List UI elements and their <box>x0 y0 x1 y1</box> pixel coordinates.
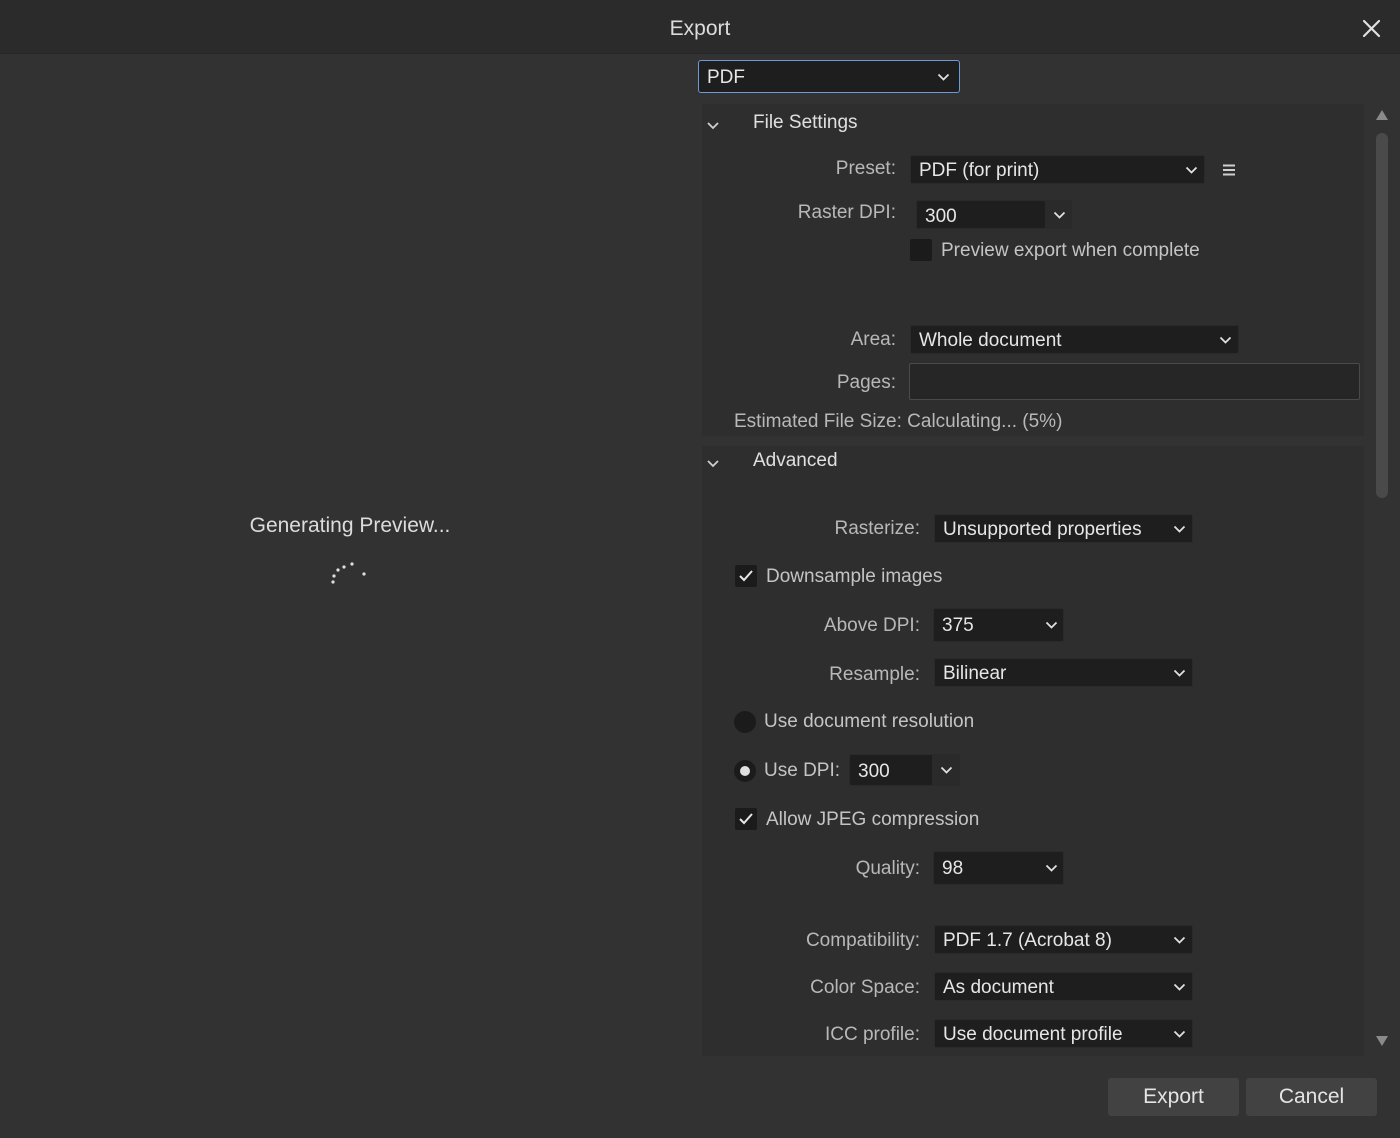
file-settings-header[interactable]: File Settings <box>753 112 858 134</box>
compatibility-select[interactable]: PDF 1.7 (Acrobat 8) <box>934 925 1193 954</box>
quality-label: Quality: <box>855 858 920 879</box>
collapse-chevron-icon[interactable] <box>706 118 720 130</box>
use-dpi-radio[interactable] <box>734 760 756 782</box>
above-dpi-label: Above DPI: <box>823 615 920 636</box>
close-icon[interactable] <box>1356 14 1386 44</box>
downsample-checkbox[interactable] <box>735 565 757 587</box>
color-space-label: Color Space: <box>810 977 920 998</box>
area-select[interactable]: Whole document <box>910 325 1239 354</box>
use-dpi-value: 300 <box>858 761 890 782</box>
format-select[interactable]: PDF <box>698 60 960 93</box>
above-dpi-value: 375 <box>942 615 974 636</box>
chevron-down-icon <box>1053 211 1066 220</box>
use-dpi-input[interactable]: 300 <box>849 754 933 786</box>
use-document-resolution-radio[interactable] <box>734 711 756 733</box>
preset-value: PDF (for print) <box>919 160 1040 181</box>
chevron-down-icon <box>1173 525 1186 534</box>
resample-label: Resample: <box>829 664 920 685</box>
checkmark-icon <box>739 570 753 582</box>
preset-select[interactable]: PDF (for print) <box>910 155 1205 184</box>
use-dpi-dropdown-button[interactable] <box>933 754 960 786</box>
use-dpi-label: Use DPI: <box>764 760 841 781</box>
checkmark-icon <box>739 813 753 825</box>
preview-status: Generating Preview... <box>249 514 451 537</box>
quality-select[interactable]: 98 <box>933 851 1064 885</box>
advanced-header[interactable]: Advanced <box>753 450 838 472</box>
rasterize-select[interactable]: Unsupported properties <box>934 514 1193 543</box>
chevron-down-icon <box>940 766 953 775</box>
scroll-up-arrow-icon[interactable] <box>1375 108 1389 122</box>
chevron-down-icon <box>1173 669 1186 678</box>
raster-dpi-label: Raster DPI: <box>797 202 896 223</box>
rasterize-label: Rasterize: <box>834 518 920 539</box>
pages-input[interactable] <box>909 363 1360 400</box>
icc-profile-select[interactable]: Use document profile <box>934 1019 1193 1048</box>
format-value: PDF <box>707 67 745 88</box>
preset-label: Preset: <box>835 158 896 179</box>
estimated-file-size: Estimated File Size: Calculating... (5%) <box>734 411 1063 432</box>
chevron-down-icon <box>1185 166 1198 175</box>
compatibility-value: PDF 1.7 (Acrobat 8) <box>943 930 1112 951</box>
chevron-down-icon <box>1045 621 1058 630</box>
pages-label: Pages: <box>836 372 896 393</box>
scroll-down-arrow-icon[interactable] <box>1375 1034 1389 1048</box>
icc-profile-label: ICC profile: <box>824 1024 920 1045</box>
preset-menu-icon[interactable] <box>1222 163 1236 177</box>
raster-dpi-input[interactable]: 300 <box>916 200 1046 229</box>
collapse-chevron-icon[interactable] <box>706 456 720 468</box>
raster-dpi-value: 300 <box>925 206 957 227</box>
chevron-down-icon <box>1173 1030 1186 1039</box>
chevron-down-icon <box>1219 336 1232 345</box>
allow-jpeg-label: Allow JPEG compression <box>766 809 980 830</box>
raster-dpi-dropdown-button[interactable] <box>1046 200 1072 229</box>
chevron-down-icon <box>1173 936 1186 945</box>
area-label: Area: <box>850 329 896 350</box>
chevron-down-icon <box>1173 983 1186 992</box>
color-space-value: As document <box>943 977 1054 998</box>
dialog-title: Export <box>669 17 731 40</box>
cancel-button[interactable]: Cancel <box>1246 1078 1377 1116</box>
resample-select[interactable]: Bilinear <box>934 658 1193 687</box>
quality-value: 98 <box>942 858 964 879</box>
compatibility-label: Compatibility: <box>805 930 920 951</box>
above-dpi-select[interactable]: 375 <box>933 608 1064 642</box>
chevron-down-icon <box>1045 864 1058 873</box>
scrollbar-thumb[interactable] <box>1376 133 1388 498</box>
resample-value: Bilinear <box>943 663 1007 684</box>
export-button[interactable]: Export <box>1108 1078 1239 1116</box>
radio-selected-dot <box>740 766 750 776</box>
chevron-down-icon <box>937 73 950 82</box>
preview-export-label: Preview export when complete <box>941 240 1200 261</box>
color-space-select[interactable]: As document <box>934 972 1193 1001</box>
allow-jpeg-checkbox[interactable] <box>735 808 757 830</box>
rasterize-value: Unsupported properties <box>943 519 1142 540</box>
preview-export-checkbox[interactable] <box>910 239 932 261</box>
icc-profile-value: Use document profile <box>943 1024 1123 1045</box>
loading-spinner-icon <box>328 560 370 588</box>
use-document-resolution-label: Use document resolution <box>764 711 975 732</box>
downsample-label: Downsample images <box>766 566 943 587</box>
area-value: Whole document <box>919 330 1062 351</box>
